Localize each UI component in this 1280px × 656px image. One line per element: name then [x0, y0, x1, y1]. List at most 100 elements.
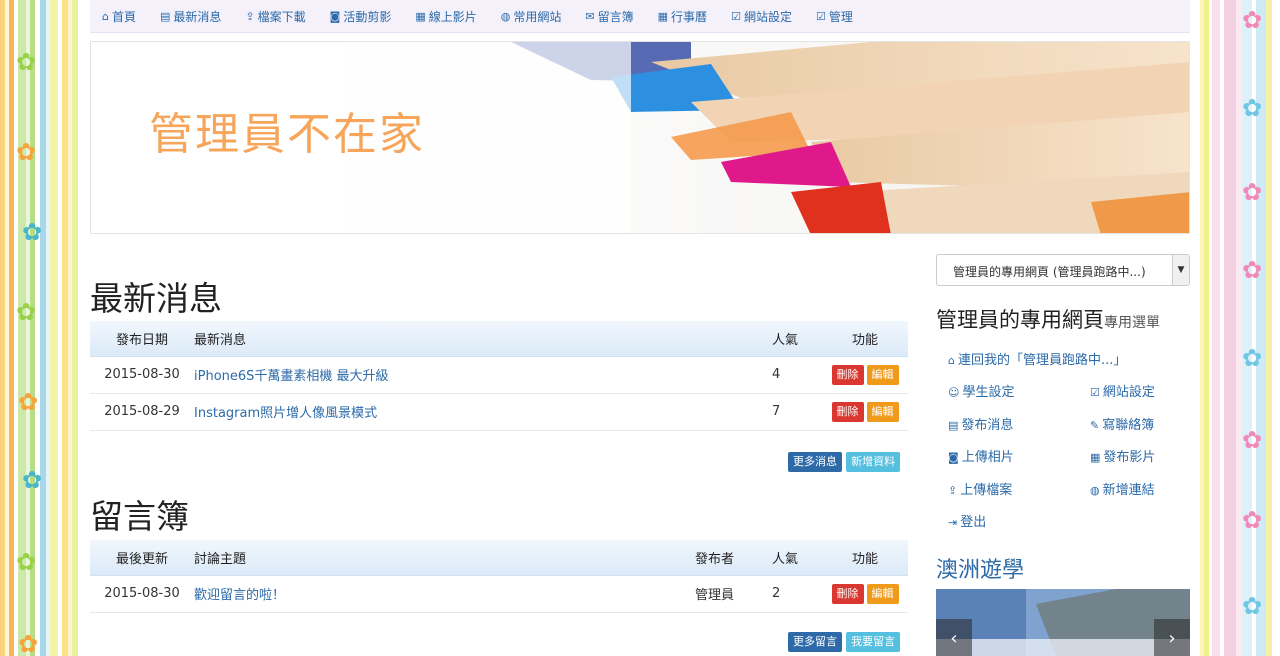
chevron-down-icon[interactable]: ▼	[1172, 255, 1189, 285]
nav-item-label: 最新消息	[173, 9, 222, 24]
news-section-title: 最新消息	[90, 279, 222, 318]
sidebar-link-label: 新增連結	[1102, 482, 1155, 498]
edit-icon: ✎	[1090, 418, 1100, 432]
globe-icon: ◍	[1090, 483, 1100, 497]
chevron-right-icon: ›	[1168, 628, 1176, 649]
sidebar-link-3[interactable]: ✎ 寫聯絡簿	[1090, 414, 1154, 433]
nav-item-8[interactable]: ☑ 網站設定	[731, 8, 792, 25]
home-icon: ⌂	[102, 9, 109, 23]
action-cell: 刪除 編輯	[822, 393, 908, 431]
row-date: 2015-08-29	[90, 393, 194, 431]
nav-item-1[interactable]: ▤ 最新消息	[160, 8, 221, 25]
guestbook-section-title: 留言簿	[90, 497, 189, 536]
sidebar-link-1[interactable]: ☑ 網站設定	[1090, 381, 1155, 400]
table-row: 2015-08-30 iPhone6S千萬畫素相機 最大升級 4 刪除 編輯	[90, 356, 908, 394]
row-subject-link[interactable]: 歡迎留言的啦！	[194, 575, 672, 613]
site-select[interactable]: 管理員的專用網頁 (管理員跑路中...) ▼	[936, 254, 1190, 286]
flower-icon: ✿	[22, 218, 43, 246]
edit-button[interactable]: 編輯	[866, 364, 899, 385]
right-decorative-border: ✿ ✿ ✿ ✿ ✿ ✿ ✿ ✿	[1200, 0, 1280, 656]
camera-icon: ◙	[329, 9, 341, 23]
film-icon: ▦	[415, 9, 426, 23]
sidebar-link-label: 上傳相片	[961, 450, 1014, 465]
sidebar-link-5[interactable]: ▦ 發布影片	[1090, 446, 1155, 465]
guestbook-table: 最後更新 討論主題 發布者 人氣 功能 2015-08-30 歡迎留言的啦！ 管理員…	[90, 540, 908, 613]
menu-title: 管理員的專用網頁專用選單	[936, 304, 1160, 334]
sidebar-link-label: 寫聯絡簿	[1102, 417, 1155, 433]
flower-icon: ✿	[1242, 426, 1263, 454]
upload-icon: ⇪	[948, 483, 958, 497]
table-row: 2015-08-29 Instagram照片增人像風景模式 7 刪除 編輯	[90, 393, 908, 431]
sidebar-link-7[interactable]: ◍ 新增連結	[1090, 479, 1155, 498]
nav-item-4[interactable]: ▦ 線上影片	[415, 8, 476, 25]
flower-icon: ✿	[1242, 506, 1263, 534]
nav-item-9[interactable]: ☑ 管理	[816, 8, 853, 25]
delete-button[interactable]: 刪除	[831, 583, 864, 604]
carousel-prev-button[interactable]: ‹	[936, 619, 972, 656]
newspaper-icon: ▤	[160, 9, 171, 23]
sign-out-icon: ⇥	[948, 516, 958, 529]
nav-item-3[interactable]: ◙ 活動剪影	[330, 8, 392, 25]
flower-icon: ✿	[18, 630, 39, 656]
sidebar-link-label: 發布影片	[1103, 450, 1156, 465]
row-hits: 2	[772, 575, 822, 613]
table-row: 2015-08-30 歡迎留言的啦！ 管理員 2 刪除 編輯	[90, 575, 908, 613]
flower-icon: ✿	[16, 138, 37, 166]
add-news-button[interactable]: 新增資料	[846, 452, 901, 472]
album-carousel: ‹ ›	[936, 589, 1190, 656]
flower-icon: ✿	[1242, 178, 1263, 206]
comments-icon: ✉	[585, 9, 595, 23]
main-container: ⌂ 首頁 ▤ 最新消息 ⇪ 檔案下載 ◙ 活動剪影 ▦ 線上影片 ◍ 常用網站 ✉ 留言簿 ▦ 行事曆 ☑ 網站設…	[90, 0, 1190, 656]
menu-title-main: 管理員的專用網頁	[936, 308, 1104, 332]
edit-button[interactable]: 編輯	[866, 583, 899, 604]
guestbook-buttons: 更多留言 我要留言	[788, 632, 901, 652]
flower-icon: ✿	[1242, 256, 1263, 284]
nav-item-label: 行事曆	[671, 9, 708, 24]
calendar-icon: ▦	[657, 9, 669, 23]
menu-title-sub: 專用選單	[1104, 315, 1160, 331]
row-subject-link[interactable]: iPhone6S千萬畫素相機 最大升級	[194, 356, 772, 394]
nav-item-2[interactable]: ⇪ 檔案下載	[245, 8, 305, 25]
flower-icon: ✿	[1242, 6, 1263, 34]
check-square-icon: ☑	[731, 9, 741, 23]
nav-item-label: 留言簿	[597, 9, 634, 24]
flower-icon: ✿	[1242, 592, 1263, 620]
news-buttons: 更多消息 新增資料	[788, 452, 901, 472]
delete-button[interactable]: 刪除	[831, 364, 864, 385]
sidebar-link-6[interactable]: ⇪ 上傳檔案	[948, 479, 1012, 498]
col-header-subject: 討論主題	[194, 540, 672, 576]
sidebar-link-4[interactable]: ◙ 上傳相片	[948, 446, 1014, 465]
banner-title: 管理員不在家	[149, 109, 425, 160]
sidebar-link-2[interactable]: ▤ 發布消息	[948, 414, 1013, 433]
action-cell: 刪除 編輯	[822, 356, 908, 394]
more-news-button[interactable]: 更多消息	[788, 452, 842, 472]
site-select-value: 管理員的專用網頁 (管理員跑路中...)	[953, 265, 1146, 279]
album-photo	[936, 589, 1190, 656]
sidebar-link-label: 上傳檔案	[960, 482, 1013, 498]
row-subject-link[interactable]: Instagram照片增人像風景模式	[194, 393, 772, 431]
nav-item-6[interactable]: ✉ 留言簿	[585, 8, 633, 25]
carousel-next-button[interactable]: ›	[1154, 619, 1190, 656]
nav-item-7[interactable]: ▦ 行事曆	[658, 8, 707, 25]
sidebar-link-0[interactable]: ☺ 學生設定	[948, 381, 1014, 400]
sidebar-link-label: 登出	[960, 515, 987, 530]
globe-icon: ◍	[500, 9, 511, 23]
delete-button[interactable]: 刪除	[831, 401, 864, 422]
nav-item-label: 線上影片	[428, 9, 477, 24]
flower-icon: ✿	[16, 48, 37, 76]
col-header-action: 功能	[822, 540, 908, 576]
guestbook-table-header: 最後更新 討論主題 發布者 人氣 功能	[90, 540, 908, 576]
edit-button[interactable]: 編輯	[866, 401, 899, 422]
nav-item-5[interactable]: ◍ 常用網站	[501, 8, 562, 25]
add-guestbook-button[interactable]: 我要留言	[846, 632, 901, 652]
news-table: 發布日期 最新消息 人氣 功能 2015-08-30 iPhone6S千萬畫素相機…	[90, 321, 908, 431]
row-date: 2015-08-30	[90, 575, 194, 613]
nav-item-label: 首頁	[111, 9, 136, 24]
nav-item-label: 檔案下載	[257, 9, 306, 24]
camera-icon: ◙	[948, 451, 959, 464]
sidebar-link-8[interactable]: ⇥ 登出	[948, 511, 986, 530]
back-home-link[interactable]: ⌂ 連回我的「管理員跑路中...」	[948, 349, 1126, 368]
nav-item-0[interactable]: ⌂ 首頁	[102, 8, 136, 25]
more-guestbook-button[interactable]: 更多留言	[788, 632, 842, 652]
col-header-date: 最後更新	[90, 540, 194, 576]
